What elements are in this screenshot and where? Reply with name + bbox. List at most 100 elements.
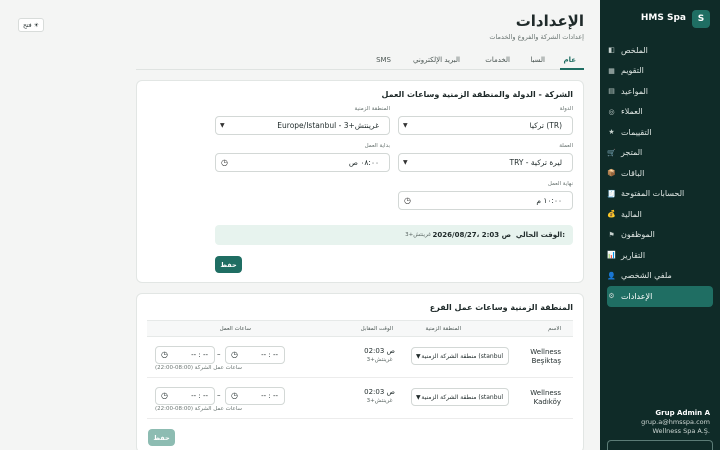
branch-settings-card: المنطقة الزمنية وساعات عمل الفرع الاسم ا… (136, 293, 584, 450)
company-settings-card: الشركة - الدولة والمنطقة الزمنية وساعات … (136, 80, 584, 283)
open-label: فتح (23, 21, 32, 29)
settings-tabs: عام السبا الخدمات البريد الإلكتروني SMS (136, 51, 584, 70)
sidebar-item-3[interactable]: ◎ العملاء (607, 102, 713, 123)
dashboard-icon: ◧ (608, 46, 615, 55)
sidebar-item-6[interactable]: 📦 الباقات (607, 163, 713, 184)
branch-end-time-input[interactable]: ◷ -- : -- (225, 387, 285, 405)
save-branches-button[interactable]: حفظ (148, 429, 175, 446)
brand-logo: S (692, 10, 710, 28)
sidebar-item-7[interactable]: 🧾 الحسابات المفتوحة (607, 184, 713, 205)
sidebar-item-5[interactable]: 🛒 المتجر (607, 143, 713, 164)
branch-end-time-input[interactable]: ◷ -- : -- (225, 346, 285, 364)
header-hours: ساعات العمل (219, 326, 251, 332)
timezone-label: المنطقة الزمنية (354, 106, 391, 112)
current-time-value: 2026/08/27، 2:03 ص (432, 231, 511, 239)
branch-time-tz: غرينتش+3 (366, 357, 393, 363)
sidebar-item-0[interactable]: ◧ الملخص (607, 40, 713, 61)
current-time-label: الوقت الحالي: (515, 231, 565, 239)
sidebar-item-12[interactable]: ⚙ الإعدادات (607, 286, 713, 307)
end-time-input[interactable]: ١٠:٠٠ م ◷ (398, 191, 573, 210)
sidebar-item-8[interactable]: 💰 المالية (607, 204, 713, 225)
sidebar-item-label: التقييمات (621, 127, 652, 137)
country-select[interactable]: تركيا (TR) ▼ (398, 116, 573, 135)
branch-timezone-value: منطقة الشركة الزمنية (stanbul (421, 353, 503, 360)
range-separator: – (217, 350, 221, 358)
header-local-time: الوقت المقابل (360, 326, 393, 332)
star-icon: ★ (608, 128, 615, 137)
branch-time: 02:03 ص (364, 347, 395, 355)
branch-start-value: -- : -- (191, 392, 208, 400)
gear-icon: ⚙ (608, 292, 615, 301)
sidebar-item-11[interactable]: 👤 ملفي الشخصي (607, 266, 713, 287)
save-company-button[interactable]: حفظ (215, 256, 242, 273)
flag-icon: ⚑ (608, 230, 615, 239)
timezone-select[interactable]: Europe/Istanbul - غرينتش+3 ▼ (215, 116, 390, 135)
branch-start-time-input[interactable]: ◷ -- : -- (155, 387, 215, 405)
branch-name: Wellness Kadıköy (530, 389, 561, 406)
currency-select[interactable]: TRY - ليرة تركية ▼ (398, 153, 573, 172)
branch-time-tz: غرينتش+3 (366, 398, 393, 404)
sidebar-item-1[interactable]: ▦ التقويم (607, 61, 713, 82)
chevron-down-icon: ▼ (403, 122, 408, 129)
tab-general[interactable]: عام (563, 56, 576, 64)
chevron-down-icon: ▼ (403, 159, 408, 166)
header-name: الاسم (548, 326, 561, 332)
sidebar-item-label: الإعدادات (621, 291, 653, 301)
branch-card-title: المنطقة الزمنية وساعات عمل الفرع (429, 303, 573, 312)
branch-start-time-input[interactable]: ◷ -- : -- (155, 346, 215, 364)
sidebar-item-2[interactable]: ▤ المواعيد (607, 81, 713, 102)
open-button[interactable]: فتح ☀ (18, 18, 44, 32)
clock-icon: ◷ (231, 350, 238, 359)
tab-email[interactable]: البريد الإلكتروني (413, 56, 460, 64)
money-bag-icon: 💰 (607, 210, 616, 219)
tab-spa[interactable]: السبا (530, 56, 545, 64)
table-row: Wellness Beşiktaş منطقة الشركة الزمنية (… (147, 337, 573, 378)
brand-name: HMS Spa (640, 13, 686, 23)
sidebar-item-9[interactable]: ⚑ الموظفون (607, 225, 713, 246)
brand[interactable]: S HMS Spa (610, 10, 710, 28)
current-time-tz: غرينتش+3 (405, 232, 431, 238)
start-time-input[interactable]: ٠٨:٠٠ ص ◷ (215, 153, 390, 172)
tab-sms[interactable]: SMS (376, 56, 391, 64)
clock-icon: ◷ (221, 158, 228, 167)
tab-services[interactable]: الخدمات (485, 56, 510, 64)
sidebar-item-label: الباقات (621, 168, 645, 178)
table-header: الاسم المنطقة الزمنية الوقت المقابل ساعا… (147, 320, 573, 337)
sidebar-item-10[interactable]: 📊 التقارير (607, 245, 713, 266)
branch-start-value: -- : -- (191, 351, 208, 359)
branch-timezone-value: منطقة الشركة الزمنية (stanbul (421, 394, 503, 401)
appointments-icon: ▤ (608, 87, 615, 96)
sidebar-item-label: ملفي الشخصي (621, 271, 672, 281)
sidebar-item-label: الحسابات المفتوحة (621, 189, 685, 199)
chart-icon: 📊 (607, 251, 616, 260)
user-email: grup.a@hmsspa.com (641, 418, 710, 426)
currency-value: TRY - ليرة تركية (509, 158, 562, 167)
branch-end-value: -- : -- (261, 351, 278, 359)
currency-label: العملة (559, 143, 573, 149)
start-time-value: ٠٨:٠٠ ص (348, 158, 379, 167)
table-row: Wellness Kadıköy منطقة الشركة الزمنية (s… (147, 378, 573, 419)
logout-button[interactable] (607, 440, 713, 450)
active-tab-indicator (560, 68, 584, 70)
country-value: تركيا (TR) (529, 121, 562, 130)
sidebar: S HMS Spa ◧ الملخص ▦ التقويم ▤ المواعيد ◎ العمل… (600, 0, 720, 450)
timezone-value: Europe/Istanbul - غرينتش+3 (277, 121, 379, 130)
user-name: Grup Admin A (655, 409, 710, 417)
range-separator: – (217, 391, 221, 399)
clock-icon: ◷ (404, 196, 411, 205)
customers-icon: ◎ (608, 107, 615, 116)
sidebar-item-label: التقويم (621, 66, 644, 76)
header-timezone: المنطقة الزمنية (425, 326, 462, 332)
user-company: Wellness Spa A.Ş. (652, 427, 710, 435)
receipt-icon: 🧾 (607, 189, 616, 198)
page-title: الإعدادات (515, 12, 584, 30)
branch-hours-hint: ساعات عمل الشركة (08:00-22:00) (155, 365, 243, 371)
sidebar-item-label: العملاء (621, 107, 643, 117)
user-info: Grup Admin A grup.a@hmsspa.com Wellness … (610, 409, 710, 436)
sidebar-item-4[interactable]: ★ التقييمات (607, 122, 713, 143)
sidebar-item-label: الملخص (621, 45, 648, 55)
branch-timezone-select[interactable]: منطقة الشركة الزمنية (stanbul ▼ (411, 388, 509, 406)
branch-timezone-select[interactable]: منطقة الشركة الزمنية (stanbul ▼ (411, 347, 509, 365)
sidebar-item-label: الموظفون (621, 230, 655, 240)
start-time-label: بداية العمل (364, 143, 390, 149)
